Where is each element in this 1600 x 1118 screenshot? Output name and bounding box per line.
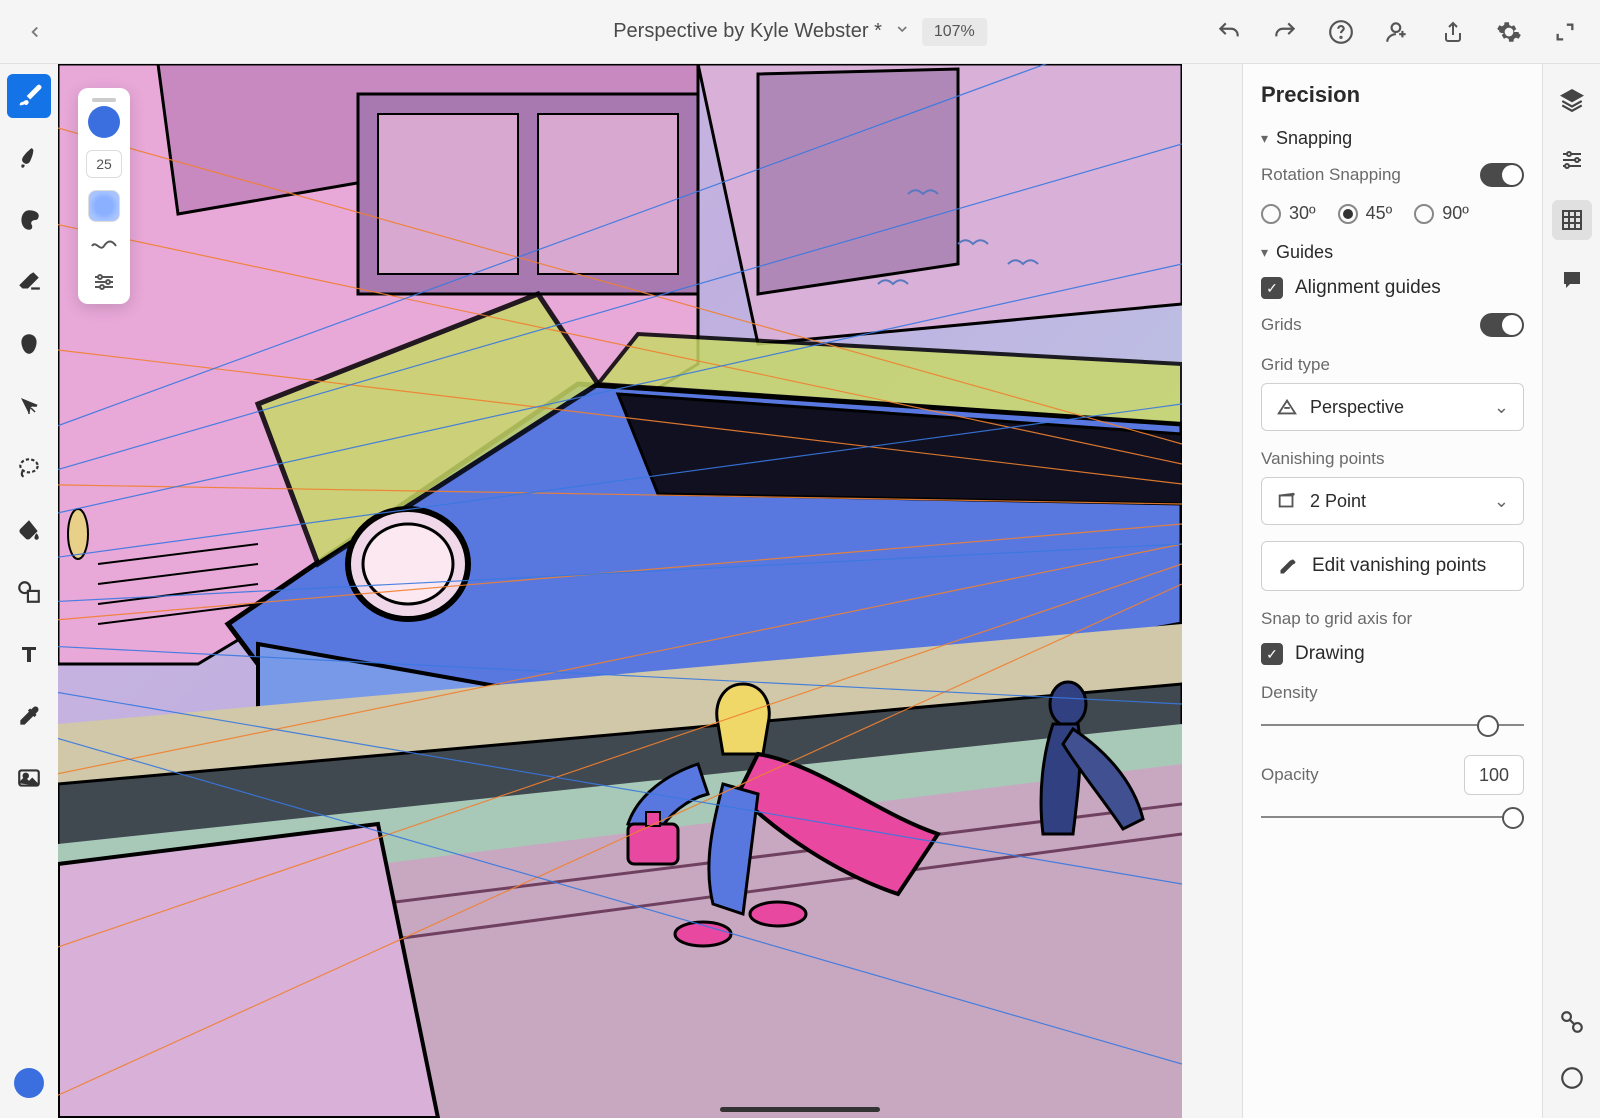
angle-90-option[interactable]: 90º xyxy=(1414,203,1469,224)
title-dropdown-icon[interactable] xyxy=(894,21,910,42)
guides-section-header[interactable]: ▾ Guides xyxy=(1261,242,1524,263)
angle-45-option[interactable]: 45º xyxy=(1338,203,1393,224)
chevron-down-icon: ⌄ xyxy=(1494,397,1509,418)
opacity-input[interactable] xyxy=(1464,755,1524,795)
brush-flow-icon[interactable] xyxy=(88,234,120,258)
brush-tool[interactable] xyxy=(7,74,51,118)
move-tool[interactable] xyxy=(7,384,51,428)
chevron-down-icon: ⌄ xyxy=(1494,491,1509,512)
rotation-snapping-label: Rotation Snapping xyxy=(1261,165,1401,185)
left-toolbar xyxy=(0,64,58,1118)
smudge-tool[interactable] xyxy=(7,198,51,242)
brush-color-swatch[interactable] xyxy=(88,106,120,138)
circle-tool[interactable] xyxy=(1552,1058,1592,1098)
brush-texture-preview[interactable] xyxy=(88,190,120,222)
home-indicator xyxy=(720,1107,880,1112)
zoom-level[interactable]: 107% xyxy=(922,18,987,46)
grids-label: Grids xyxy=(1261,315,1302,335)
symmetry-tool[interactable] xyxy=(1552,1002,1592,1042)
chevron-down-icon: ▾ xyxy=(1261,130,1268,147)
shapes-tool[interactable] xyxy=(7,570,51,614)
opacity-slider[interactable] xyxy=(1261,807,1524,827)
eraser-tool[interactable] xyxy=(7,260,51,304)
back-button[interactable] xyxy=(20,17,50,47)
panel-title: Precision xyxy=(1261,82,1524,108)
blob-tool[interactable] xyxy=(7,322,51,366)
help-button[interactable] xyxy=(1326,17,1356,47)
chevron-down-icon: ▾ xyxy=(1261,244,1268,261)
eyedropper-tool[interactable] xyxy=(7,694,51,738)
precision-panel: Precision ▾ Snapping Rotation Snapping 3… xyxy=(1242,64,1542,1118)
drawing-checkbox[interactable]: ✓ xyxy=(1261,643,1283,665)
rotation-snapping-toggle[interactable] xyxy=(1480,163,1524,187)
adjustments-tab[interactable] xyxy=(1552,140,1592,180)
share-button[interactable] xyxy=(1438,17,1468,47)
vanishing-icon xyxy=(1276,490,1298,512)
pencil-icon xyxy=(1278,556,1298,576)
vanishing-label: Vanishing points xyxy=(1261,449,1524,469)
density-label: Density xyxy=(1261,683,1524,703)
text-tool[interactable] xyxy=(7,632,51,676)
lasso-tool[interactable] xyxy=(7,446,51,490)
perspective-icon xyxy=(1276,396,1298,418)
gridtype-select[interactable]: Perspective ⌄ xyxy=(1261,383,1524,431)
layers-tab[interactable] xyxy=(1552,80,1592,120)
vanishing-select[interactable]: 2 Point ⌄ xyxy=(1261,477,1524,525)
paint-tool[interactable] xyxy=(7,136,51,180)
right-rail xyxy=(1542,64,1600,1118)
grids-toggle[interactable] xyxy=(1480,313,1524,337)
redo-button[interactable] xyxy=(1270,17,1300,47)
image-tool[interactable] xyxy=(7,756,51,800)
alignment-guides-checkbox[interactable]: ✓ xyxy=(1261,277,1283,299)
fill-tool[interactable] xyxy=(7,508,51,552)
density-slider[interactable] xyxy=(1261,715,1524,735)
invite-button[interactable] xyxy=(1382,17,1412,47)
color-swatch[interactable] xyxy=(14,1068,44,1098)
edit-vanishing-button[interactable]: Edit vanishing points xyxy=(1261,541,1524,591)
comments-tab[interactable] xyxy=(1552,260,1592,300)
settings-button[interactable] xyxy=(1494,17,1524,47)
fullscreen-button[interactable] xyxy=(1550,17,1580,47)
angle-30-option[interactable]: 30º xyxy=(1261,203,1316,224)
brush-size-input[interactable]: 25 xyxy=(86,150,122,178)
precision-tab[interactable] xyxy=(1552,200,1592,240)
snapping-section-header[interactable]: ▾ Snapping xyxy=(1261,128,1524,149)
brush-options-popover: 25 xyxy=(78,88,130,304)
undo-button[interactable] xyxy=(1214,17,1244,47)
canvas[interactable] xyxy=(58,64,1182,1118)
snapaxis-label: Snap to grid axis for xyxy=(1261,609,1524,629)
opacity-label: Opacity xyxy=(1261,765,1319,785)
gridtype-label: Grid type xyxy=(1261,355,1524,375)
brush-settings-icon[interactable] xyxy=(88,270,120,294)
document-title: Perspective by Kyle Webster * xyxy=(613,20,882,43)
artwork-illustration xyxy=(58,64,1182,1118)
